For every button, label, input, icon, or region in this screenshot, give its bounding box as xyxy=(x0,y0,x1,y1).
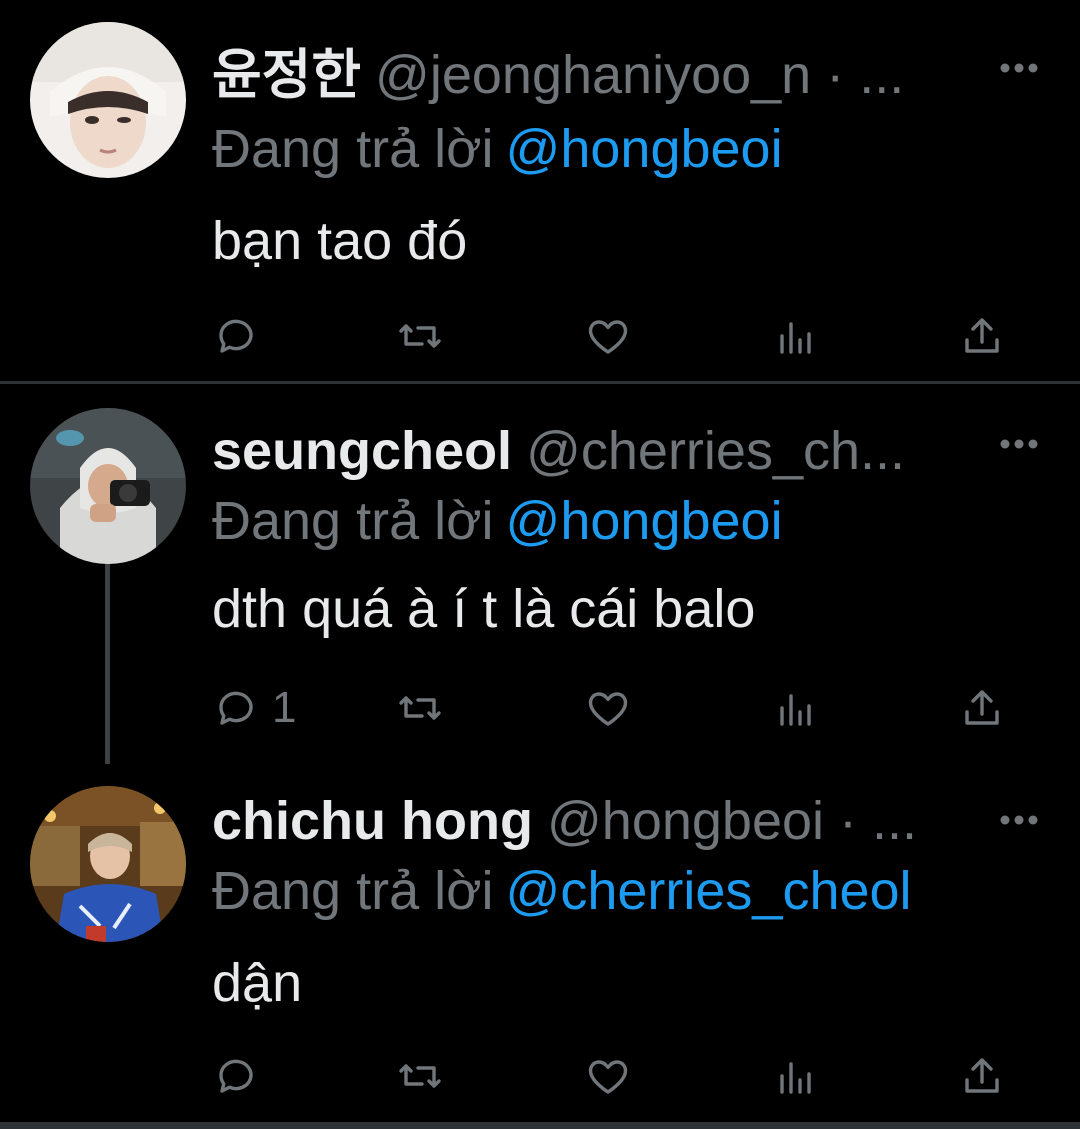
retweet-button[interactable] xyxy=(396,308,444,364)
replying-to: Đang trả lời @hongbeoi xyxy=(212,114,1060,184)
reply-mention-link[interactable]: @hongbeoi xyxy=(506,119,783,179)
share-button[interactable] xyxy=(958,680,1006,736)
replying-to-label: Đang trả lời xyxy=(212,119,494,179)
avatar[interactable] xyxy=(30,22,186,178)
retweet-icon xyxy=(399,324,441,348)
share-icon xyxy=(965,690,999,725)
heart-icon xyxy=(588,692,628,726)
retweet-icon xyxy=(399,696,441,720)
user-handle[interactable]: @jeonghaniyoo_n xyxy=(375,45,811,105)
tweet-meta: · ... xyxy=(811,45,905,105)
like-button[interactable] xyxy=(584,1048,632,1104)
reply-button[interactable] xyxy=(212,308,272,364)
more-button[interactable] xyxy=(994,48,1044,88)
replying-to-label: Đang trả lời xyxy=(212,491,494,551)
thread-connector xyxy=(105,564,110,764)
more-button[interactable] xyxy=(994,800,1044,840)
display-name[interactable]: 윤정한 xyxy=(212,45,361,105)
views-icon xyxy=(780,694,811,726)
views-button[interactable] xyxy=(772,308,820,364)
display-name[interactable]: chichu hong xyxy=(212,791,533,851)
tweet-actions xyxy=(212,1048,1012,1104)
share-button[interactable] xyxy=(958,1048,1006,1104)
retweet-button[interactable] xyxy=(396,1048,444,1104)
reply-icon xyxy=(219,319,253,353)
reply-icon xyxy=(219,1059,253,1093)
like-button[interactable] xyxy=(584,680,632,736)
replying-to: Đang trả lời @hongbeoi xyxy=(212,486,1060,556)
tweet-header: seungcheol @cherries_ch... xyxy=(212,416,994,486)
views-button[interactable] xyxy=(772,1048,820,1104)
avatar[interactable] xyxy=(30,786,186,942)
reply-count: 1 xyxy=(272,683,297,732)
reply-mention-link[interactable]: @hongbeoi xyxy=(506,491,783,551)
share-icon xyxy=(965,1058,999,1093)
views-icon xyxy=(780,322,811,354)
tweet-3[interactable]: chichu hong @hongbeoi · ... Đang trả lời @… xyxy=(0,784,1080,1122)
display-name[interactable]: seungcheol xyxy=(212,421,512,481)
like-button[interactable] xyxy=(584,308,632,364)
reply-button[interactable] xyxy=(212,1048,272,1104)
user-handle[interactable]: @hongbeoi xyxy=(547,791,824,851)
tweet-text: dận xyxy=(212,953,303,1013)
heart-icon xyxy=(588,320,628,354)
views-icon xyxy=(780,1062,811,1094)
tweet-text: dth quá à í t là cái balo xyxy=(212,579,756,639)
heart-icon xyxy=(588,1060,628,1094)
tweet-header: 윤정한 @jeonghaniyoo_n · ... xyxy=(212,40,994,110)
tweet-actions xyxy=(212,308,1012,364)
share-button[interactable] xyxy=(958,308,1006,364)
more-icon xyxy=(1000,63,1038,73)
avatar-photo-icon xyxy=(30,22,186,178)
replying-to: Đang trả lời @cherries_cheol xyxy=(212,856,1060,926)
more-button[interactable] xyxy=(994,424,1044,464)
tweet-meta: · ... xyxy=(824,791,918,851)
avatar-photo-icon xyxy=(30,408,186,564)
retweet-icon xyxy=(399,1064,441,1088)
reply-icon xyxy=(219,691,253,725)
retweet-button[interactable] xyxy=(396,680,444,736)
tweet-text: bạn tao đó xyxy=(212,211,468,271)
more-icon xyxy=(1000,815,1038,825)
user-handle[interactable]: @cherries_ch... xyxy=(526,421,905,481)
share-icon xyxy=(965,318,999,353)
replying-to-label: Đang trả lời xyxy=(212,861,494,921)
avatar-photo-icon xyxy=(30,786,186,942)
reply-button[interactable]: 1 xyxy=(212,680,296,736)
views-button[interactable] xyxy=(772,680,820,736)
reply-mention-link[interactable]: @cherries_cheol xyxy=(506,861,912,921)
tweet-header: chichu hong @hongbeoi · ... xyxy=(212,786,994,856)
avatar[interactable] xyxy=(30,408,186,564)
more-icon xyxy=(1000,439,1038,449)
tweet-1[interactable]: 윤정한 @jeonghaniyoo_n · ... Đang trả lời @ho… xyxy=(0,0,1080,383)
tweet-2[interactable]: seungcheol @cherries_ch... Đang trả lời @h… xyxy=(0,384,1080,784)
bottom-divider xyxy=(0,1122,1080,1129)
tweet-actions: 1 xyxy=(212,680,1012,736)
